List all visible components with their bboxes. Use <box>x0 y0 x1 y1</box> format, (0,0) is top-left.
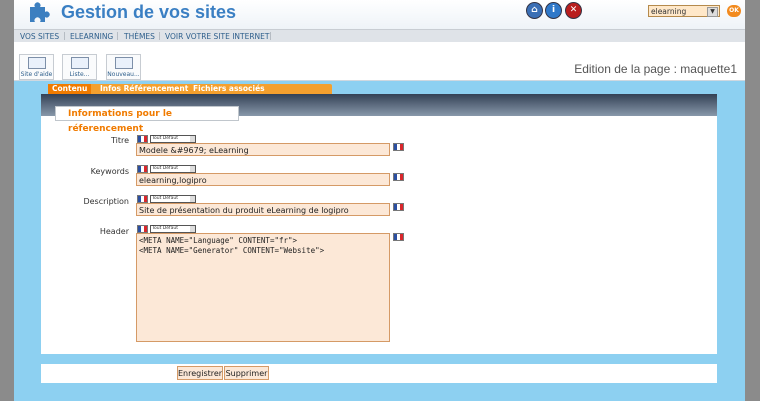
new-page-button[interactable]: Nouveau... <box>106 54 141 80</box>
tab-fichiers-associes[interactable]: Fichiers associés <box>189 84 269 94</box>
tab-infos-referencement[interactable]: Infos Référencement <box>96 84 192 94</box>
nav-separator <box>270 32 271 40</box>
nav-separator <box>64 32 65 40</box>
help-site-button[interactable]: Site d'aide <box>19 54 54 80</box>
nav-themes[interactable]: THÈMES <box>124 32 155 41</box>
fr-flag-icon <box>137 225 148 233</box>
new-page-icon <box>115 57 133 69</box>
nav-vos-sites[interactable]: VOS SITES <box>20 32 59 41</box>
list-icon <box>71 57 89 69</box>
keywords-input[interactable]: elearning,logipro <box>136 173 390 186</box>
list-button[interactable]: Liste... <box>62 54 97 80</box>
nav-separator <box>159 32 160 40</box>
delete-button[interactable]: Supprimer <box>224 366 269 380</box>
puzzle-icon <box>30 2 50 22</box>
titre-label: Titre <box>110 136 129 145</box>
fr-flag-icon <box>137 165 148 173</box>
list-label: Liste... <box>69 71 90 78</box>
header-textarea[interactable]: <META NAME="Language" CONTENT="fr"> <MET… <box>136 233 390 342</box>
section-title: Informations pour le réferencement <box>55 106 239 134</box>
main-nav: VOS SITES ELEARNING THÈMES VOIR VOTRE SI… <box>14 29 745 43</box>
header-lang-select[interactable]: Tout Défaut <box>150 225 196 233</box>
nav-elearning[interactable]: ELEARNING <box>70 32 113 41</box>
fr-flag-icon <box>137 135 148 143</box>
description-lang-value: Tout Défaut <box>152 196 178 201</box>
keywords-lang-select[interactable]: Tout Défaut <box>150 165 196 173</box>
app-window: Gestion de vos sites ⌂ i ✕ elearning ▼ O… <box>14 0 745 401</box>
header-lang-value: Tout Défaut <box>152 226 178 231</box>
fr-flag-icon <box>137 195 148 203</box>
tabs-bar: Contenu Infos Référencement Fichiers ass… <box>48 84 332 94</box>
nav-voir-site[interactable]: VOIR VOTRE SITE INTERNET <box>165 32 270 41</box>
action-bar: Enregistrer Supprimer <box>41 364 717 383</box>
titre-lang-select[interactable]: Tout Défaut <box>150 135 196 143</box>
page-edit-title: Edition de la page : maquette1 <box>574 62 737 76</box>
home-icon[interactable]: ⌂ <box>527 3 542 18</box>
save-button[interactable]: Enregistrer <box>177 366 223 380</box>
titre-input[interactable]: Modele &#9679; eLearning <box>136 143 390 156</box>
nav-separator <box>117 32 118 40</box>
new-page-label: Nouveau... <box>107 71 140 78</box>
keywords-label: Keywords <box>90 167 129 176</box>
close-icon[interactable]: ✕ <box>566 3 581 18</box>
toolbar: Site d'aide Liste... Nouveau... Edition … <box>14 42 745 81</box>
app-header: Gestion de vos sites ⌂ i ✕ elearning ▼ O… <box>14 0 745 29</box>
fr-flag-icon[interactable] <box>393 173 404 181</box>
fr-flag-icon[interactable] <box>393 203 404 211</box>
header-label: Header <box>99 227 129 236</box>
fr-flag-icon[interactable] <box>393 233 404 241</box>
site-select-value: elearning <box>651 7 687 16</box>
help-site-icon <box>28 57 46 69</box>
fr-flag-icon[interactable] <box>393 143 404 151</box>
ok-button[interactable]: OK <box>727 5 741 17</box>
site-select[interactable]: elearning ▼ <box>648 5 720 17</box>
content-area: Contenu Infos Référencement Fichiers ass… <box>14 81 745 401</box>
description-input[interactable]: Site de présentation du produit eLearnin… <box>136 203 390 216</box>
chevron-down-icon: ▼ <box>707 7 718 17</box>
app-title: Gestion de vos sites <box>61 2 237 22</box>
description-lang-select[interactable]: Tout Défaut <box>150 195 196 203</box>
help-site-label: Site d'aide <box>20 71 53 78</box>
info-icon[interactable]: i <box>546 3 561 18</box>
description-label: Description <box>83 197 129 206</box>
tab-contenu[interactable]: Contenu <box>48 84 92 94</box>
titre-lang-value: Tout Défaut <box>152 136 178 141</box>
keywords-lang-value: Tout Défaut <box>152 166 178 171</box>
